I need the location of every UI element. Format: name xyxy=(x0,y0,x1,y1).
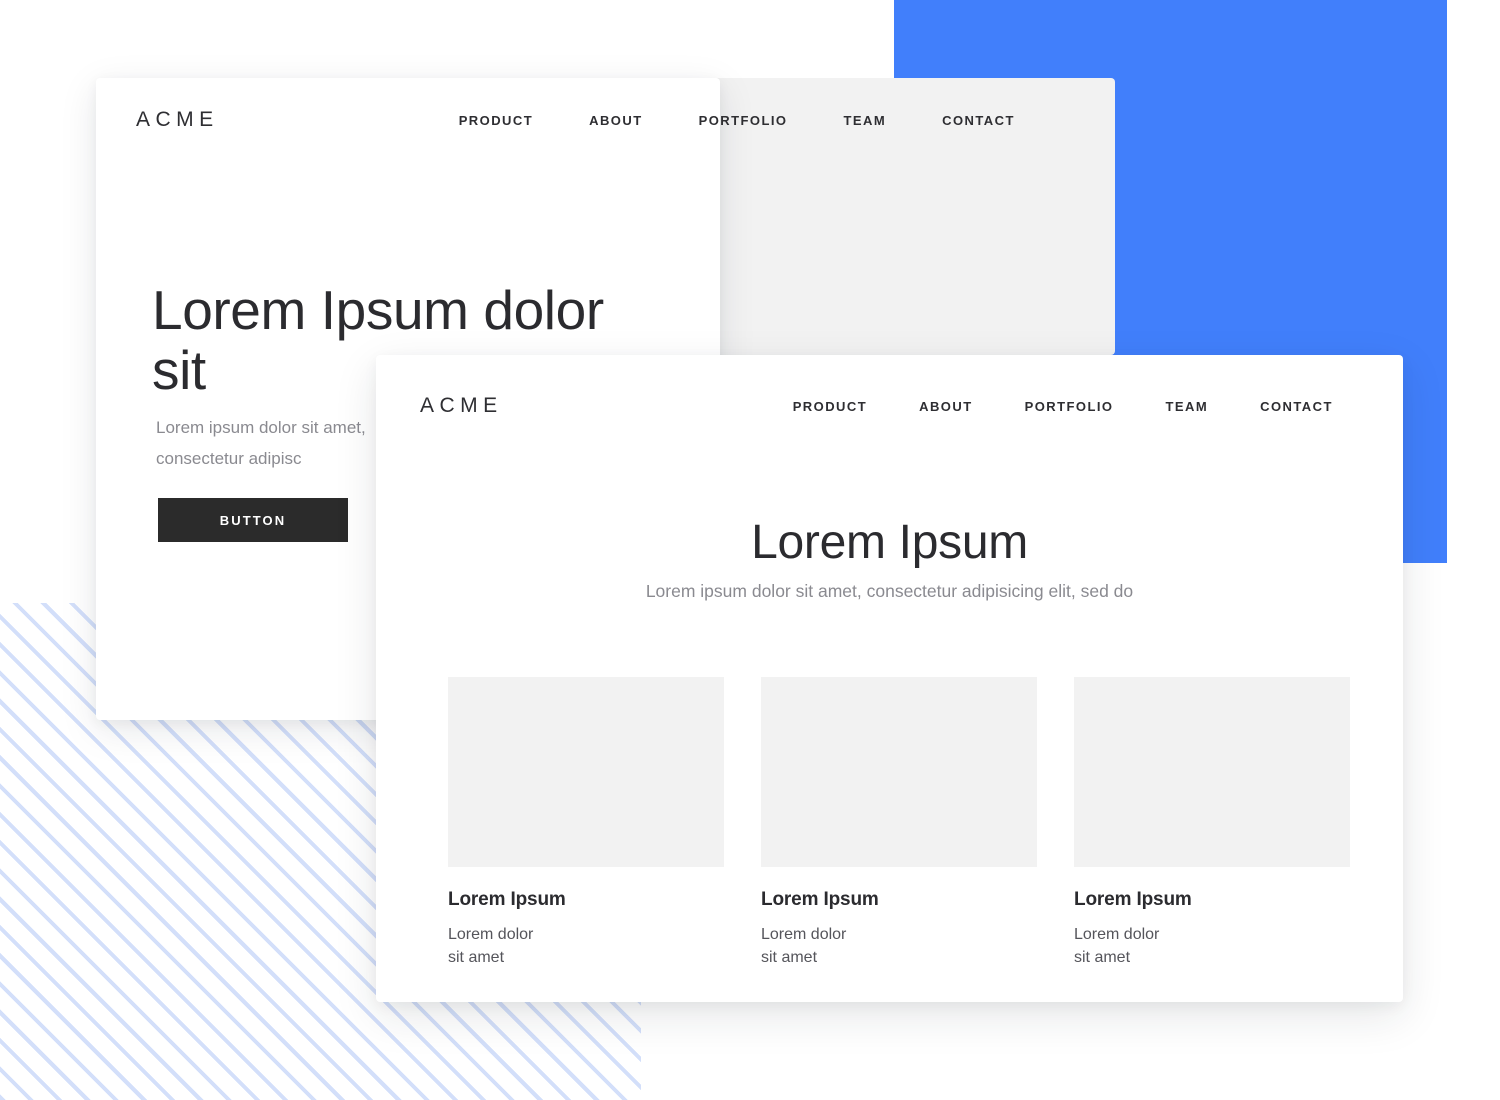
feature-item[interactable]: Lorem Ipsum Lorem dolor sit amet xyxy=(1074,677,1350,969)
nav-item-product[interactable]: PRODUCT xyxy=(459,113,533,128)
feature-item-description: Lorem dolor sit amet xyxy=(1074,926,1160,966)
mockup-canvas: ACME PRODUCT ABOUT PORTFOLIO TEAM CONTAC… xyxy=(0,0,1500,1100)
features-nav-item-team[interactable]: TEAM xyxy=(1165,399,1208,414)
feature-item-description: Lorem dolor sit amet xyxy=(448,926,534,966)
hero-cta-button[interactable]: BUTTON xyxy=(158,498,348,542)
features-nav-item-product[interactable]: PRODUCT xyxy=(793,399,867,414)
feature-item[interactable]: Lorem Ipsum Lorem dolor sit amet xyxy=(761,677,1037,969)
features-title: Lorem Ipsum xyxy=(751,516,1028,570)
nav-item-about[interactable]: ABOUT xyxy=(589,113,642,128)
image-placeholder xyxy=(761,677,1037,867)
feature-item[interactable]: Lorem Ipsum Lorem dolor sit amet xyxy=(448,677,724,969)
nav-item-team[interactable]: TEAM xyxy=(843,113,886,128)
features-logo[interactable]: ACME xyxy=(420,394,503,418)
hero-navbar: ACME PRODUCT ABOUT PORTFOLIO TEAM CONTAC… xyxy=(136,108,1086,132)
nav-item-portfolio[interactable]: PORTFOLIO xyxy=(699,113,788,128)
feature-item-title: Lorem Ipsum xyxy=(1074,889,1192,910)
features-navbar: ACME PRODUCT ABOUT PORTFOLIO TEAM CONTAC… xyxy=(420,394,1350,418)
features-nav-links: PRODUCT ABOUT PORTFOLIO TEAM CONTACT xyxy=(793,399,1333,414)
features-nav-item-contact[interactable]: CONTACT xyxy=(1260,399,1333,414)
hero-logo[interactable]: ACME xyxy=(136,108,219,132)
features-subtitle: Lorem ipsum dolor sit amet, consectetur … xyxy=(645,580,1134,601)
nav-item-contact[interactable]: CONTACT xyxy=(942,113,1015,128)
features-nav-item-portfolio[interactable]: PORTFOLIO xyxy=(1025,399,1114,414)
image-placeholder xyxy=(448,677,724,867)
feature-item-title: Lorem Ipsum xyxy=(448,889,566,910)
feature-item-title: Lorem Ipsum xyxy=(761,889,879,910)
features-nav-item-about[interactable]: ABOUT xyxy=(919,399,972,414)
image-placeholder xyxy=(1074,677,1350,867)
hero-nav-links: PRODUCT ABOUT PORTFOLIO TEAM CONTACT xyxy=(459,113,1015,128)
features-grid: Lorem Ipsum Lorem dolor sit amet Lorem I… xyxy=(448,677,1350,969)
feature-item-description: Lorem dolor sit amet xyxy=(761,926,847,966)
